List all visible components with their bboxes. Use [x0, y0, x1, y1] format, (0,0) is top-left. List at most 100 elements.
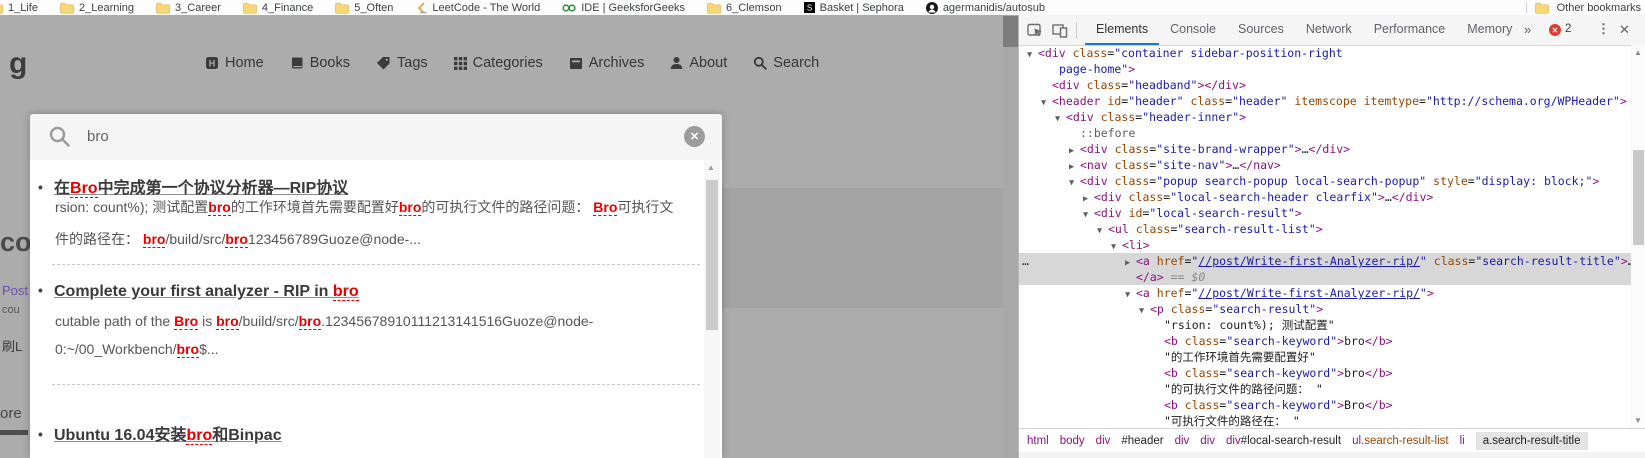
- dom-tree-row[interactable]: </a> == $0: [1019, 269, 1631, 285]
- dom-tree-row[interactable]: "可执行文件的路径在： ": [1019, 413, 1631, 428]
- dom-tree-row[interactable]: ▼<ul class="search-result-list">: [1019, 221, 1631, 237]
- devtools-close-icon[interactable]: ✕: [1619, 22, 1630, 38]
- scroll-up-icon[interactable]: ▲: [707, 163, 715, 172]
- nav-item-archives[interactable]: Archives: [569, 55, 645, 71]
- search-result-title[interactable]: •Ubuntu 16.04安装bro和Binpac: [38, 421, 282, 445]
- search-result-title[interactable]: •Complete your first analyzer - RIP in b…: [38, 282, 359, 301]
- breadcrumb-item[interactable]: body: [1060, 435, 1085, 447]
- other-bookmarks-label[interactable]: Other bookmarks: [1557, 2, 1641, 14]
- dom-tree-row[interactable]: ::before: [1019, 125, 1631, 141]
- bookmark-item[interactable]: 3_Career: [156, 2, 221, 14]
- dom-tree-row[interactable]: <div class="headband"></div>: [1019, 77, 1631, 93]
- dom-tree-row[interactable]: …▶<a href="//post/Write-first-Analyzer-r…: [1019, 253, 1631, 269]
- bookmark-item[interactable]: 4_Finance: [243, 2, 313, 14]
- dom-tree-row[interactable]: ▼<p class="search-result">: [1019, 301, 1631, 317]
- breadcrumb-item[interactable]: div: [1096, 435, 1111, 447]
- devtools-scrollbar[interactable]: ▲ ▼: [1631, 45, 1645, 428]
- devtools-tab-network[interactable]: Network: [1295, 15, 1363, 45]
- bookmark-item[interactable]: SBasket | Sephora: [804, 2, 904, 14]
- nav-item-search[interactable]: Search: [753, 55, 819, 71]
- categories-grid-icon: [454, 57, 467, 70]
- dom-tree-row[interactable]: ▼<li>: [1019, 237, 1631, 253]
- inspect-element-icon[interactable]: [1027, 22, 1044, 38]
- bookmark-item[interactable]: 6_Clemson: [707, 2, 782, 14]
- devtools-tab-performance[interactable]: Performance: [1363, 15, 1457, 45]
- site-nav: HHome Books Tags Categories Archives About Sea…: [205, 55, 819, 71]
- devtools-bottom-strip: [1019, 452, 1645, 458]
- search-result-excerpt: rsion: count%); 测试配置bro的工作环境首先需要配置好bro的可…: [55, 197, 673, 217]
- devtools-tab-sources[interactable]: Sources: [1227, 15, 1295, 45]
- devtools-tab-elements[interactable]: Elements: [1085, 15, 1159, 45]
- dom-tree-row[interactable]: "的工作环境首先需要配置好": [1019, 349, 1631, 365]
- nav-label: Books: [310, 55, 350, 71]
- list-bullet: •: [38, 179, 54, 195]
- svg-text:S: S: [806, 4, 811, 13]
- bookmark-item[interactable]: 5_Often: [335, 2, 393, 14]
- bookmark-item[interactable]: IDE | GeeksforGeeks: [562, 2, 685, 14]
- devtools-scrollbar-thumb[interactable]: [1633, 150, 1644, 245]
- bookmark-label: 5_Often: [354, 2, 393, 14]
- bookmark-label: LeetCode - The World: [432, 2, 540, 14]
- error-badge-icon[interactable]: ✕: [1549, 24, 1561, 36]
- breadcrumb-item[interactable]: li: [1460, 435, 1465, 447]
- bookmark-label: 3_Career: [175, 2, 221, 14]
- dom-tree-row[interactable]: "的可执行文件的路径问题： ": [1019, 381, 1631, 397]
- dom-tree-row[interactable]: ▶<nav class="site-nav">…</nav>: [1019, 157, 1631, 173]
- other-bookmarks-group[interactable]: Other bookmarks: [1526, 0, 1641, 15]
- nav-item-home[interactable]: HHome: [205, 55, 264, 71]
- scroll-up-icon[interactable]: ▲: [1634, 48, 1642, 57]
- breadcrumb-item[interactable]: html: [1027, 435, 1049, 447]
- breadcrumb-item[interactable]: div#local-search-result: [1226, 435, 1341, 447]
- device-toolbar-icon[interactable]: [1052, 23, 1068, 38]
- search-query-input[interactable]: bro: [87, 128, 109, 145]
- leetcode-icon: [415, 2, 427, 14]
- breadcrumb-item[interactable]: ul.search-result-list: [1352, 435, 1449, 447]
- nav-item-tags[interactable]: Tags: [376, 55, 428, 71]
- site-brand-fragment[interactable]: g: [9, 47, 27, 81]
- dom-tree-row[interactable]: ▼<div id="local-search-result">: [1019, 205, 1631, 221]
- breadcrumb-item[interactable]: #header: [1121, 435, 1163, 447]
- search-result-title[interactable]: •在Bro中完成第一个协议分析器—RIP协议: [38, 174, 348, 198]
- error-count[interactable]: 2: [1565, 23, 1571, 35]
- scroll-down-icon[interactable]: ▼: [1634, 416, 1642, 425]
- dom-tree-row[interactable]: ▶<div class="local-search-header clearfi…: [1019, 189, 1631, 205]
- dom-tree-row[interactable]: <b class="search-keyword">bro</b>: [1019, 365, 1631, 381]
- results-scrollbar-thumb[interactable]: [706, 180, 718, 330]
- dom-tree-row[interactable]: "rsion: count%); 测试配置": [1019, 317, 1631, 333]
- nav-item-categories[interactable]: Categories: [454, 55, 543, 71]
- devtools-panel: ElementsConsoleSourcesNetworkPerformance…: [1018, 15, 1645, 458]
- masked-content-block: [722, 188, 1003, 308]
- breadcrumb-item[interactable]: div: [1200, 435, 1215, 447]
- dom-tree-row[interactable]: <b class="search-keyword">bro</b>: [1019, 333, 1631, 349]
- nav-item-books[interactable]: Books: [290, 55, 350, 71]
- nav-item-about[interactable]: About: [670, 55, 727, 71]
- dom-tree-row[interactable]: ▼<div class="popup search-popup local-se…: [1019, 173, 1631, 189]
- dom-tree-row[interactable]: ▼<div class="container sidebar-position-…: [1019, 45, 1631, 61]
- results-scrollbar[interactable]: ▲: [704, 160, 720, 458]
- dom-tree-row[interactable]: ▼<a href="//post/Write-first-Analyzer-ri…: [1019, 285, 1631, 301]
- page-scrollbar-thumb[interactable]: [1003, 16, 1018, 47]
- dom-tree-row[interactable]: ▼<header id="header" class="header" item…: [1019, 93, 1631, 109]
- bookmark-item[interactable]: agermanidis/autosub: [926, 2, 1045, 14]
- kebab-menu-icon[interactable]: ⋮: [1597, 21, 1610, 37]
- nav-label: Archives: [589, 55, 645, 71]
- devtools-tab-console[interactable]: Console: [1159, 15, 1227, 45]
- page-scrollbar[interactable]: [1003, 15, 1018, 458]
- dom-tree-row[interactable]: ▼<div class="header-inner">: [1019, 109, 1631, 125]
- row-actions-icon[interactable]: …: [1022, 253, 1029, 269]
- search-popup-header[interactable]: bro ✕: [30, 114, 722, 160]
- bookmark-item[interactable]: LeetCode - The World: [415, 2, 540, 14]
- breadcrumb-item[interactable]: div: [1175, 435, 1190, 447]
- breadcrumb-item[interactable]: a.search-result-title: [1476, 432, 1588, 450]
- nav-label: Home: [225, 55, 264, 71]
- close-icon[interactable]: ✕: [684, 126, 705, 147]
- dom-tree-row[interactable]: ▶<div class="site-brand-wrapper">…</div>: [1019, 141, 1631, 157]
- bookmark-item[interactable]: 2_Learning: [60, 2, 134, 14]
- dom-tree-row[interactable]: page-home">: [1019, 61, 1631, 77]
- devtools-tab-memory[interactable]: Memory: [1456, 15, 1523, 45]
- dom-tree-row[interactable]: <b class="search-keyword">Bro</b>: [1019, 397, 1631, 413]
- more-tabs-icon[interactable]: »: [1524, 22, 1531, 37]
- bookmark-item[interactable]: 1_Life: [0, 2, 38, 14]
- bookmark-label: 4_Finance: [262, 2, 313, 14]
- person-icon: [670, 56, 683, 70]
